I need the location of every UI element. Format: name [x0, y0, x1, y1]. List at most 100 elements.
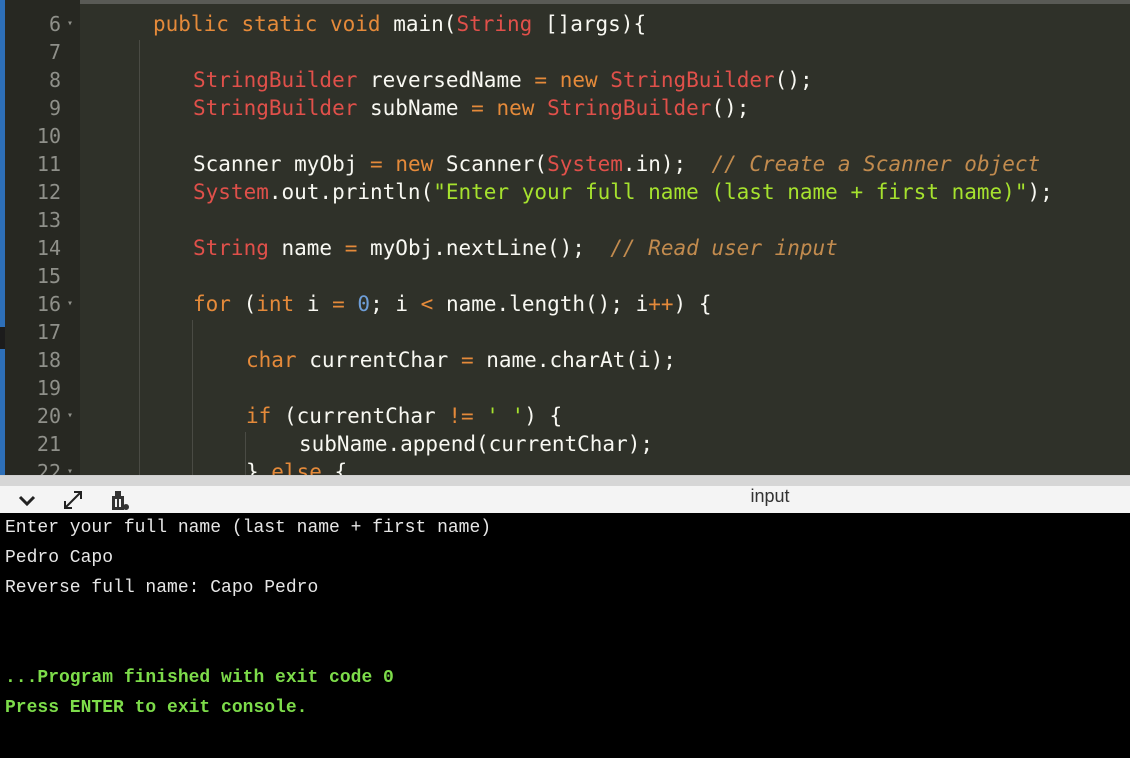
code-token: i: [294, 292, 333, 316]
code-lines[interactable]: 6 ▾ public static void main(String []args)…: [5, 10, 1130, 475]
code-token: =: [332, 292, 345, 316]
code-token: {: [321, 460, 348, 475]
code-line[interactable]: 7: [5, 38, 1130, 66]
line-number: 12: [36, 180, 61, 204]
code-token: System: [547, 152, 623, 176]
code-token: ; i: [370, 292, 421, 316]
code-token: // Read user input: [610, 236, 838, 260]
code-editor[interactable]: 6 ▾ public static void main(String []args)…: [5, 0, 1130, 475]
code-token: ++: [648, 292, 674, 316]
code-token: public static void: [153, 12, 394, 36]
code-line[interactable]: 15: [5, 262, 1130, 290]
code-text: StringBuilder subName = new StringBuilde…: [193, 94, 749, 122]
fold-arrow-icon[interactable]: ▾: [67, 402, 73, 430]
code-token: ();: [774, 68, 813, 92]
fold-arrow-icon[interactable]: ▾: [67, 10, 73, 38]
code-text: System.out.println("Enter your full name…: [193, 178, 1053, 206]
code-token: String: [456, 12, 533, 36]
code-token: currentChar: [296, 348, 461, 372]
expand-icon[interactable]: [60, 488, 86, 512]
code-line[interactable]: 11 Scanner myObj = new Scanner(System.in)…: [5, 150, 1130, 178]
clear-console-icon[interactable]: [106, 488, 132, 512]
code-text: String name = myObj.nextLine(); // Read …: [193, 234, 838, 262]
code-token: if: [246, 404, 272, 428]
code-token: (currentChar: [271, 404, 449, 428]
code-token: new: [395, 152, 434, 176]
line-number: 21: [36, 432, 61, 456]
code-token: for: [193, 292, 231, 316]
line-number: 22: [36, 460, 61, 475]
code-text: subName.append(currentChar);: [299, 430, 653, 458]
console-output-line: Reverse full name: Capo Pedro: [5, 578, 319, 598]
line-number: 8: [48, 68, 61, 92]
code-line[interactable]: 12 System.out.println("Enter your full na…: [5, 178, 1130, 206]
code-token: subName.append(currentChar);: [299, 432, 654, 456]
code-token: <: [420, 292, 434, 316]
line-number: 16: [36, 292, 61, 316]
code-token: char: [246, 348, 297, 372]
code-token: ();: [711, 96, 750, 120]
fold-arrow-icon[interactable]: ▾: [67, 458, 73, 475]
code-token: else: [271, 460, 322, 475]
code-token: }: [246, 460, 272, 475]
code-token: myObj.nextLine();: [357, 236, 611, 260]
line-number: 18: [36, 348, 61, 372]
code-token: []args){: [532, 12, 647, 36]
chevron-down-icon[interactable]: [14, 488, 40, 512]
code-token: subName: [357, 96, 472, 120]
code-token: name.charAt(i);: [473, 348, 676, 372]
console-status-line: ...Program finished with exit code 0: [5, 668, 394, 688]
code-text: public static void main(String []args){: [153, 10, 646, 38]
code-line[interactable]: 8 StringBuilder reversedName = new String…: [5, 66, 1130, 94]
code-line[interactable]: 14 String name = myObj.nextLine(); // Rea…: [5, 234, 1130, 262]
code-token: .out.println(: [268, 180, 434, 204]
code-line[interactable]: 22 ▾} else {: [5, 458, 1130, 475]
code-line[interactable]: 9 StringBuilder subName = new StringBuild…: [5, 94, 1130, 122]
code-token: 0: [357, 292, 371, 316]
code-token: new: [559, 68, 598, 92]
code-line[interactable]: 13: [5, 206, 1130, 234]
code-token: .in);: [622, 152, 712, 176]
code-token: // Create a Scanner object: [711, 152, 1041, 176]
code-token: =: [534, 68, 548, 92]
code-text: Scanner myObj = new Scanner(System.in); …: [193, 150, 1040, 178]
code-token: StringBuilder: [610, 68, 775, 92]
code-line[interactable]: 16 ▾ for (int i = 0; i < name.length(); i+…: [5, 290, 1130, 318]
code-text: if (currentChar != ' ') {: [246, 402, 562, 430]
indent-guide: [245, 432, 246, 475]
line-number: 17: [36, 320, 61, 344]
code-text: StringBuilder reversedName = new StringB…: [193, 66, 813, 94]
line-number: 7: [48, 40, 61, 64]
resize-handle[interactable]: [0, 476, 1130, 486]
console-toolbar: input: [0, 475, 1130, 514]
code-token: );: [1027, 180, 1053, 204]
line-number: 20: [36, 404, 61, 428]
console-output[interactable]: Enter your full name (last name + first …: [0, 513, 1130, 758]
console-input-label: input: [750, 486, 790, 506]
code-line[interactable]: 18 char currentChar = name.charAt(i);: [5, 346, 1130, 374]
line-number: 11: [36, 152, 61, 176]
editor-top-border: [5, 0, 1130, 4]
code-token: ) {: [524, 404, 563, 428]
code-line[interactable]: 19: [5, 374, 1130, 402]
line-number: 13: [36, 208, 61, 232]
code-line[interactable]: 20 ▾ if (currentChar != ' ') {: [5, 402, 1130, 430]
code-text: for (int i = 0; i < name.length(); i++) …: [193, 290, 711, 318]
code-line[interactable]: 10: [5, 122, 1130, 150]
line-number: 9: [48, 96, 61, 120]
fold-arrow-icon[interactable]: ▾: [67, 290, 73, 318]
code-token: StringBuilder: [193, 68, 358, 92]
code-line[interactable]: 17: [5, 318, 1130, 346]
code-token: (: [230, 292, 257, 316]
code-line[interactable]: 6 ▾ public static void main(String []args)…: [5, 10, 1130, 38]
code-line[interactable]: 21 subName.append(currentChar);: [5, 430, 1130, 458]
code-token: reversedName: [357, 68, 535, 92]
code-text: } else {: [246, 458, 347, 475]
code-token: =: [460, 348, 474, 372]
